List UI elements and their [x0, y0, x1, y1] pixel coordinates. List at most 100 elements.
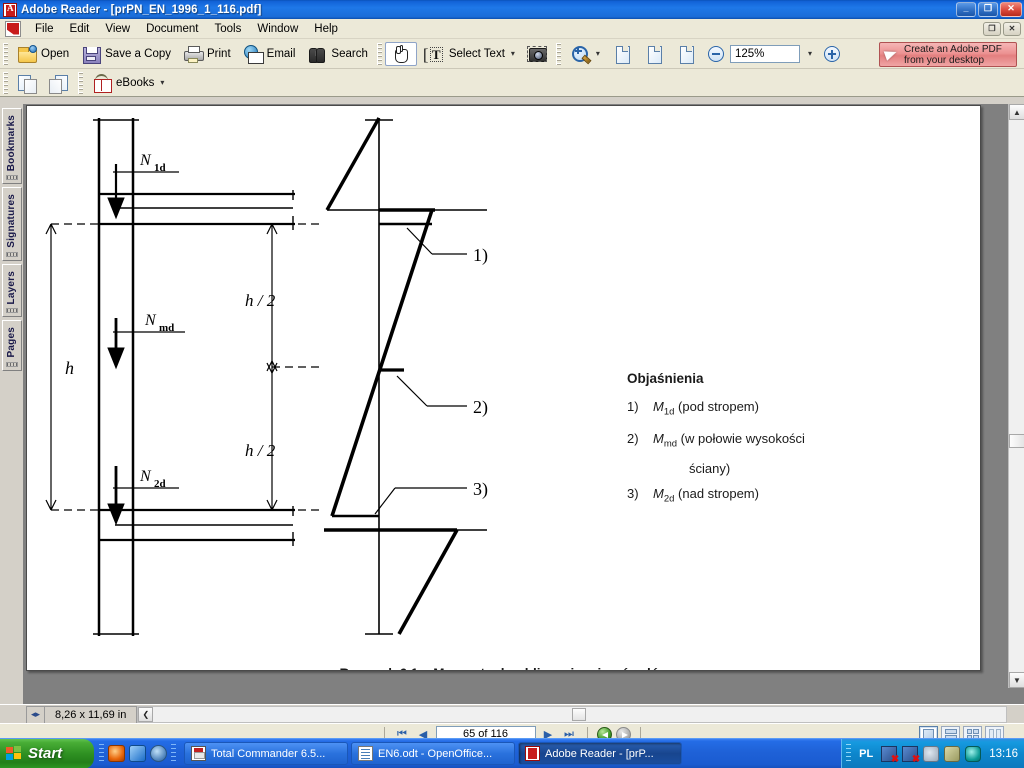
menu-tools[interactable]: Tools: [207, 21, 250, 37]
zoom-level-field[interactable]: 125%: [729, 44, 800, 63]
nav-tab-signatures-label: Signatures: [6, 194, 17, 248]
minimize-button[interactable]: _: [956, 2, 976, 17]
start-button[interactable]: Start: [0, 738, 94, 768]
mdi-close-button[interactable]: ✕: [1003, 21, 1021, 36]
taskbar-item-adobe-reader[interactable]: Adobe Reader - [prP...: [518, 742, 682, 765]
menu-help[interactable]: Help: [306, 21, 346, 37]
menu-file[interactable]: File: [27, 21, 62, 37]
menu-view[interactable]: View: [97, 21, 138, 37]
search-button[interactable]: Search: [301, 42, 373, 66]
resize-grip-icon[interactable]: ◂▸: [27, 706, 45, 723]
nav-tab-pages[interactable]: Pages: [1, 320, 22, 371]
pdf-page: N 1d N md N 2d h h / 2 h / 2 1) 2) 3) Ob…: [26, 105, 981, 671]
status-bar: ◂▸ 8,26 x 11,69 in ❮: [0, 704, 1024, 724]
page-fit-icon: [644, 44, 664, 64]
save-copy-button[interactable]: Save a Copy: [75, 42, 177, 66]
label-nmd: N: [144, 312, 157, 329]
tray-grip[interactable]: [846, 743, 852, 764]
media-icon[interactable]: [129, 745, 146, 762]
horizontal-scroll-thumb[interactable]: [572, 708, 587, 721]
email-button[interactable]: Email: [237, 42, 302, 66]
insert-page-after-icon: [17, 73, 37, 94]
magnifier-plus-icon: [570, 44, 590, 64]
language-indicator[interactable]: PL: [856, 748, 876, 760]
legend-row-2-continuation: ściany): [689, 461, 731, 477]
chevron-down-icon-zoom[interactable]: ▾: [596, 49, 600, 58]
figure-caption: Rysunek 6.1 – Momenty do obliczenia mimo…: [27, 666, 980, 670]
print-button[interactable]: Print: [177, 42, 237, 66]
insert-page-after-button[interactable]: [11, 71, 43, 95]
start-label: Start: [28, 745, 63, 762]
toolbar-grip-3[interactable]: [555, 42, 561, 65]
window-title: Adobe Reader - [prPN_EN_1996_1_116.pdf]: [21, 3, 262, 16]
chevron-down-icon-zoomlevel[interactable]: ▾: [808, 49, 812, 58]
label-h-half-lower: h / 2: [245, 441, 276, 460]
zoom-tool-button[interactable]: ▾: [564, 42, 606, 66]
mail-icon[interactable]: [150, 745, 167, 762]
network-disconnected-icon-2[interactable]: [902, 745, 920, 765]
legend-sub-2: md: [663, 438, 678, 450]
close-button[interactable]: ✕: [1000, 2, 1022, 17]
firefox-icon[interactable]: [108, 745, 125, 762]
label-n1d-sub: 1d: [154, 162, 166, 174]
scroll-left-button[interactable]: ❮: [138, 707, 154, 722]
network-disconnected-icon[interactable]: [881, 745, 899, 765]
search-label: Search: [331, 47, 368, 60]
window-titlebar[interactable]: Adobe Reader - [prPN_EN_1996_1_116.pdf] …: [0, 0, 1024, 19]
nav-tab-bookmarks[interactable]: Bookmarks: [1, 108, 22, 185]
insert-page-before-button[interactable]: [43, 71, 75, 95]
vertical-scroll-thumb[interactable]: [1009, 434, 1024, 448]
mdi-restore-button[interactable]: ❐: [983, 21, 1001, 36]
toolbar-grip[interactable]: [3, 42, 8, 65]
menu-document[interactable]: Document: [138, 21, 206, 37]
quicklaunch-grip[interactable]: [99, 743, 104, 764]
windows-taskbar: Start Total Commander 6.5... EN6.odt - O…: [0, 738, 1024, 768]
select-text-button[interactable]: Select Text ▾: [417, 42, 521, 66]
nav-tab-layers[interactable]: Layers: [1, 263, 22, 318]
open-button[interactable]: Open: [11, 42, 75, 66]
fit-page-button[interactable]: [638, 42, 670, 66]
legend-num-3: 3): [627, 486, 639, 502]
document-scroll-region[interactable]: ▶: [25, 104, 1024, 704]
zoom-dropdown-button[interactable]: ▾: [800, 42, 818, 66]
menu-edit[interactable]: Edit: [62, 21, 98, 37]
legend-sub-1: 1d: [663, 406, 675, 418]
vertical-scrollbar[interactable]: ▲ ▼: [1008, 104, 1024, 688]
create-adobe-pdf-button[interactable]: Create an Adobe PDF from your desktop: [879, 42, 1017, 67]
usb-icon[interactable]: [944, 745, 961, 762]
actual-size-button[interactable]: [606, 42, 638, 66]
chevron-down-icon[interactable]: ▾: [511, 49, 515, 58]
envelope-globe-icon: [243, 44, 264, 64]
maximize-button[interactable]: ❐: [978, 2, 998, 17]
navigation-pane: Bookmarks Signatures Layers Pages: [0, 104, 24, 704]
nav-tab-bookmarks-label: Bookmarks: [6, 115, 17, 172]
menu-window[interactable]: Window: [249, 21, 306, 37]
horizontal-scrollbar[interactable]: ❮: [137, 706, 1007, 723]
toolbar-grip-2[interactable]: [376, 42, 382, 65]
print-label: Print: [207, 47, 231, 60]
taskbar-clock[interactable]: 13:16: [986, 748, 1018, 760]
scroll-down-button[interactable]: ▼: [1009, 672, 1024, 688]
zoom-out-button[interactable]: [702, 42, 730, 66]
ebooks-button[interactable]: eBooks ▾: [86, 71, 170, 95]
chevron-down-icon-ebooks[interactable]: ▾: [160, 78, 164, 87]
scroll-up-button[interactable]: ▲: [1009, 104, 1024, 120]
quicklaunch-grip-2[interactable]: [171, 743, 176, 764]
minus-circle-icon: [707, 45, 724, 62]
volume-icon[interactable]: [923, 745, 940, 762]
page-size-indicator[interactable]: ◂▸ 8,26 x 11,69 in: [26, 705, 138, 724]
zoom-in-button[interactable]: [818, 42, 846, 66]
grip-dots-icon: [5, 175, 18, 181]
legend-num-2: 2): [627, 430, 639, 446]
fit-width-button[interactable]: [670, 42, 702, 66]
toolbar-grip-5[interactable]: [78, 71, 83, 94]
save-copy-label: Save a Copy: [105, 47, 171, 60]
taskbar-item-total-commander[interactable]: Total Commander 6.5...: [184, 742, 348, 765]
toolbar-grip-4[interactable]: [3, 71, 8, 94]
mdi-restore-icon: ❐: [988, 23, 996, 33]
snapshot-button[interactable]: [521, 42, 553, 66]
hand-tool-button[interactable]: [384, 41, 417, 66]
teal-app-icon[interactable]: [965, 745, 982, 762]
taskbar-item-openoffice[interactable]: EN6.odt - OpenOffice...: [351, 742, 515, 765]
nav-tab-signatures[interactable]: Signatures: [1, 187, 22, 261]
